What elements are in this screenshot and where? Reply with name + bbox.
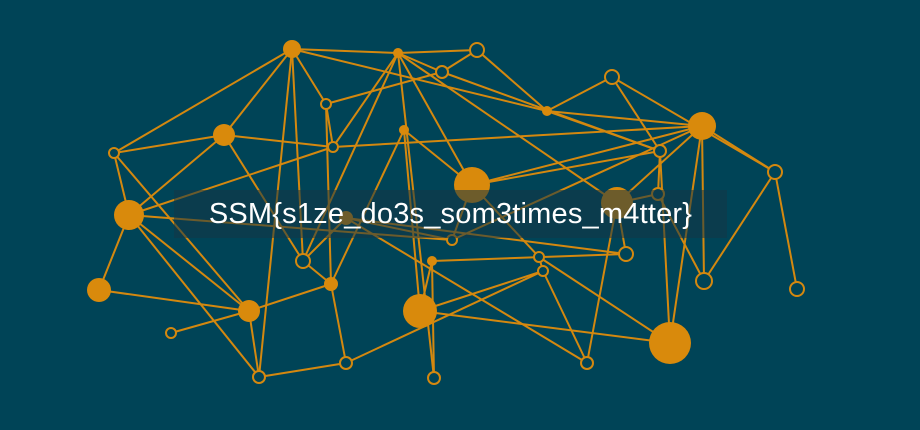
network-edge xyxy=(170,310,250,334)
network-node xyxy=(580,356,594,370)
network-node xyxy=(537,265,549,277)
network-node xyxy=(435,65,449,79)
network-edge xyxy=(546,76,613,112)
network-node xyxy=(87,278,111,302)
network-edge xyxy=(774,171,798,290)
network-edge xyxy=(659,150,671,344)
flag-text: SSM{s1ze_do3s_som3times_m4tter} xyxy=(208,197,693,230)
network-node xyxy=(653,144,667,158)
network-node xyxy=(427,256,437,266)
network-node xyxy=(688,112,716,140)
network-node xyxy=(339,356,353,370)
network-node xyxy=(695,272,713,290)
network-node xyxy=(767,164,783,180)
network-node xyxy=(114,200,144,230)
network-node xyxy=(252,370,266,384)
flag-banner: SSM{s1ze_do3s_som3times_m4tter} xyxy=(174,190,727,238)
network-node xyxy=(213,124,235,146)
network-edge xyxy=(397,52,473,186)
network-edge xyxy=(431,253,627,262)
network-node xyxy=(283,40,301,58)
network-node xyxy=(165,327,177,339)
network-edge xyxy=(291,48,327,105)
network-node xyxy=(542,106,552,116)
network-node xyxy=(427,371,441,385)
network-edge xyxy=(345,217,588,364)
network-node xyxy=(320,98,332,110)
network-edge xyxy=(345,270,544,364)
network-edge xyxy=(471,150,661,186)
network-node xyxy=(108,147,120,159)
network-node xyxy=(618,246,634,262)
network-node xyxy=(238,300,260,322)
network-edge xyxy=(471,125,703,186)
network-node xyxy=(399,125,409,135)
network-node xyxy=(324,277,338,291)
network-edge xyxy=(113,48,293,154)
network-node xyxy=(327,141,339,153)
network-edge xyxy=(611,76,661,152)
network-edge xyxy=(397,49,478,54)
network-node xyxy=(469,42,485,58)
network-node xyxy=(604,69,620,85)
network-edge xyxy=(419,270,544,312)
network-node xyxy=(649,322,691,364)
network-node xyxy=(789,281,805,297)
network-node xyxy=(403,294,437,328)
network-edge xyxy=(330,283,347,364)
network-edge xyxy=(248,283,332,312)
network-node xyxy=(295,253,311,269)
network-node xyxy=(533,251,545,263)
network-edge xyxy=(223,134,334,148)
network-edge xyxy=(223,48,293,136)
network-edge xyxy=(258,362,347,378)
network-node xyxy=(393,48,403,58)
